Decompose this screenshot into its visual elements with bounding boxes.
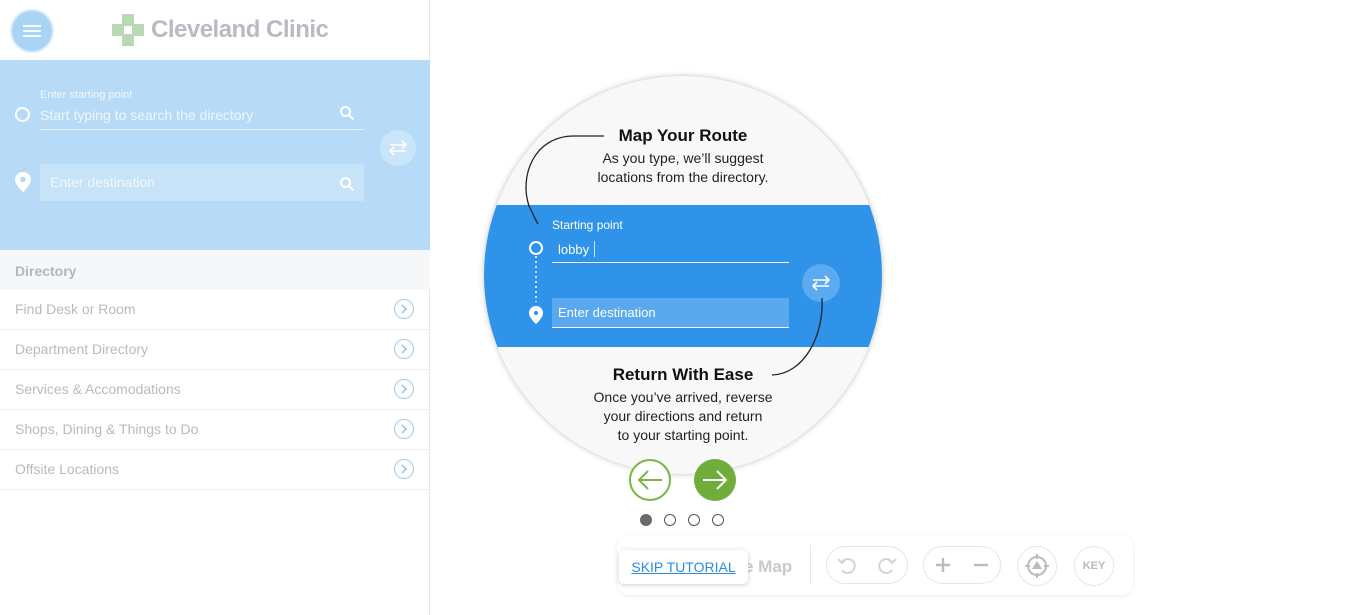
chevron-right-icon: [394, 339, 414, 359]
pagination-dot-2[interactable]: [664, 514, 676, 526]
start-point-input[interactable]: Enter starting point Start typing to sea…: [40, 87, 364, 130]
directory-item-department[interactable]: Department Directory: [0, 330, 430, 370]
toolbar-divider: [810, 545, 811, 585]
undo-icon: [837, 558, 856, 574]
chevron-right-icon: [394, 299, 414, 319]
directory-header: Directory: [0, 250, 430, 290]
pagination-dot-4[interactable]: [712, 514, 724, 526]
start-point-icon: [15, 107, 30, 122]
destination-input[interactable]: Enter destination: [40, 164, 364, 201]
tutorial-card: Map Your Route As you type, we’ll sugges…: [484, 76, 882, 474]
pagination-dot-1[interactable]: [640, 514, 652, 526]
route-search-panel: Enter starting point Start typing to sea…: [0, 60, 430, 250]
tutorial-text-return-line3: to your starting point.: [617, 427, 749, 443]
sidebar: Cleveland Clinic Enter starting point St…: [0, 0, 430, 615]
tutorial-text-return-line2: your directions and return: [603, 408, 763, 424]
directory-list: Find Desk or Room Department Directory S…: [0, 290, 430, 490]
directory-item-label: Find Desk or Room: [15, 301, 136, 317]
swap-icon: [388, 140, 408, 156]
zoom-in-button[interactable]: [924, 547, 962, 583]
tutorial-text-return-line1: Once you’ve arrived, reverse: [593, 389, 773, 405]
chevron-right-icon: [394, 419, 414, 439]
start-point-placeholder: Start typing to search the directory: [40, 107, 254, 123]
destination-pin-icon: [15, 172, 31, 192]
directory-item-services[interactable]: Services & Accomodations: [0, 370, 430, 410]
logo[interactable]: Cleveland Clinic: [112, 14, 329, 46]
hamburger-icon: [23, 25, 41, 37]
directory-item-find-desk[interactable]: Find Desk or Room: [0, 290, 430, 330]
logo-text: Cleveland Clinic: [151, 16, 329, 43]
tutorial-previous-button[interactable]: [629, 459, 671, 501]
search-icon[interactable]: [339, 105, 355, 121]
tutorial-title-return: Return With Ease: [612, 365, 754, 384]
crosshair-icon: [1025, 554, 1049, 578]
history-controls: [826, 546, 908, 584]
tutorial-pagination: [640, 514, 724, 526]
directory-item-offsite[interactable]: Offsite Locations: [0, 450, 430, 490]
sidebar-header: Cleveland Clinic: [0, 0, 429, 60]
minus-icon: [974, 563, 988, 567]
directory-item-label: Services & Accomodations: [15, 381, 181, 397]
swap-directions-button[interactable]: [380, 130, 416, 166]
map-key-label: KEY: [1082, 560, 1106, 572]
directory-item-shops[interactable]: Shops, Dining & Things to Do: [0, 410, 430, 450]
chevron-right-icon: [394, 459, 414, 479]
cleveland-clinic-logo-icon: [112, 14, 144, 46]
destination-placeholder: Enter destination: [50, 174, 156, 190]
start-point-label: Enter starting point: [40, 89, 133, 101]
search-icon[interactable]: [339, 176, 355, 192]
plus-icon: [936, 558, 950, 572]
menu-button[interactable]: [12, 11, 52, 51]
arrow-left-icon: [637, 470, 662, 490]
locate-button[interactable]: [1017, 546, 1057, 586]
redo-icon: [878, 558, 897, 574]
arrow-right-icon: [703, 470, 728, 490]
directory-title: Directory: [15, 263, 77, 279]
directory-item-label: Department Directory: [15, 341, 149, 357]
directory-item-label: Shops, Dining & Things to Do: [15, 421, 199, 437]
pagination-dot-3[interactable]: [688, 514, 700, 526]
zoom-out-button[interactable]: [962, 547, 1000, 583]
map-key-button[interactable]: KEY: [1074, 546, 1114, 586]
skip-tutorial-button[interactable]: SKIP TUTORIAL: [619, 550, 748, 584]
tutorial-next-button[interactable]: [694, 459, 736, 501]
map-label: e Map: [744, 557, 793, 576]
undo-button[interactable]: [827, 547, 867, 583]
zoom-controls: [923, 546, 1001, 584]
redo-button[interactable]: [867, 547, 907, 583]
chevron-right-icon: [394, 379, 414, 399]
directory-item-label: Offsite Locations: [15, 461, 120, 477]
skip-tutorial-label: SKIP TUTORIAL: [631, 559, 736, 575]
